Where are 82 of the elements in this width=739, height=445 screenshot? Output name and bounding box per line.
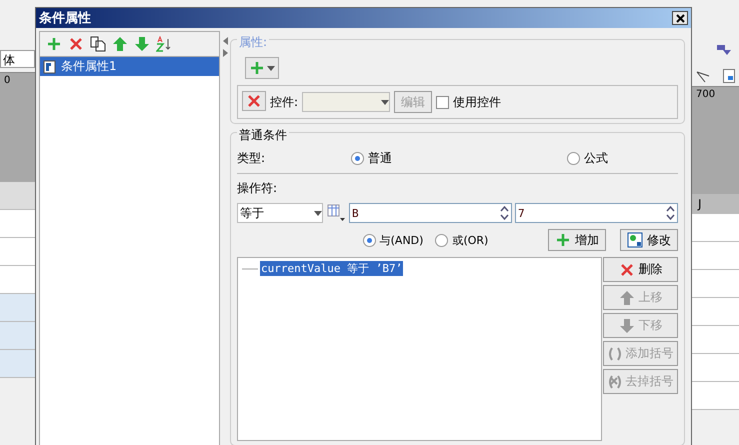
radio-label: 或(OR) (452, 232, 488, 248)
spreadsheet-row (0, 322, 35, 350)
table-icon (326, 204, 346, 222)
close-button[interactable] (672, 11, 688, 25)
caret-icon (267, 66, 275, 70)
spin-icon (664, 204, 677, 222)
spreadsheet-row (692, 382, 739, 410)
group-legend: 普通条件 (237, 127, 289, 144)
image-icon (722, 69, 735, 83)
ruler-label: 700 (696, 89, 716, 100)
spreadsheet-row (692, 354, 739, 382)
radio-option[interactable]: 公式 (567, 150, 608, 167)
close-icon (68, 36, 84, 52)
close-icon (618, 262, 634, 278)
arrow-up-icon (112, 36, 128, 52)
plus-icon (46, 36, 62, 52)
arrow-up-icon (618, 290, 634, 306)
spreadsheet-row (692, 326, 739, 354)
sort-icon (156, 36, 172, 52)
condition-name: 条件属性1 (61, 58, 117, 75)
radio[interactable] (362, 234, 376, 246)
plus-icon (249, 60, 265, 76)
spreadsheet-row (0, 210, 35, 238)
window-title: 条件属性 (39, 10, 91, 27)
spreadsheet-row (692, 270, 739, 298)
column-header: J (692, 194, 739, 214)
move-down-button[interactable] (134, 36, 150, 52)
font-field[interactable]: 体 (0, 50, 35, 68)
operator-combo[interactable]: 等于 (237, 203, 323, 223)
value-field[interactable]: 7 (515, 203, 678, 223)
spreadsheet-row (692, 214, 739, 242)
radio[interactable] (567, 152, 580, 165)
close-icon (246, 93, 262, 109)
document-icon (43, 60, 57, 74)
expression-item[interactable]: currentValue 等于 ’B7’ (260, 261, 404, 276)
radio-label: 公式 (584, 150, 608, 167)
spreadsheet-row (0, 238, 35, 266)
close-icon (676, 14, 684, 22)
plus-icon (555, 232, 571, 248)
line-icon (696, 69, 710, 83)
remove-control-button[interactable] (242, 91, 266, 111)
type-label: 类型: (237, 150, 266, 167)
caret-icon (381, 100, 390, 104)
checkbox-label: 使用控件 (453, 94, 502, 110)
spreadsheet-row (0, 266, 35, 294)
modify-button[interactable]: 修改 (620, 229, 678, 251)
radio-label: 普通 (368, 150, 392, 167)
arrow-down-icon (618, 318, 634, 334)
spreadsheet-row (692, 242, 739, 270)
add-condition-button[interactable]: 增加 (548, 229, 606, 251)
arrow-down-icon (134, 36, 150, 52)
checkbox[interactable] (436, 96, 450, 108)
arrow-right-icon (222, 49, 228, 57)
tree-line (242, 268, 258, 270)
value-field[interactable]: B (349, 203, 512, 223)
shape-icon (717, 45, 731, 57)
spreadsheet-row (0, 350, 35, 378)
spin-icon (498, 204, 511, 222)
radio[interactable] (435, 234, 448, 246)
delete-button[interactable] (68, 36, 84, 52)
control-label: 控件: (270, 94, 298, 110)
parentheses-icon (608, 346, 622, 360)
group-legend: 属性: (237, 34, 270, 51)
parentheses-cross-icon (608, 374, 622, 388)
condition-list-item[interactable]: 条件属性1 (40, 57, 219, 76)
move-up-button[interactable] (112, 36, 128, 52)
copy-icon (90, 36, 106, 52)
radio-option[interactable]: 普通 (351, 150, 392, 167)
add-button[interactable] (46, 36, 62, 52)
add-dropdown-button[interactable] (245, 57, 279, 79)
spreadsheet-row (692, 298, 739, 326)
radio-label: 与(AND) (380, 232, 424, 248)
spreadsheet-row (0, 294, 35, 322)
arrow-left-icon (222, 37, 228, 45)
radio[interactable] (351, 152, 364, 165)
ruler-label: 0 (4, 75, 10, 86)
sort-button[interactable] (156, 36, 172, 52)
spreadsheet-row (0, 182, 35, 210)
copy-button[interactable] (90, 36, 106, 52)
caret-icon (314, 210, 322, 216)
operator-label: 操作符: (237, 180, 278, 197)
delete-button[interactable]: 删除 (603, 257, 678, 282)
